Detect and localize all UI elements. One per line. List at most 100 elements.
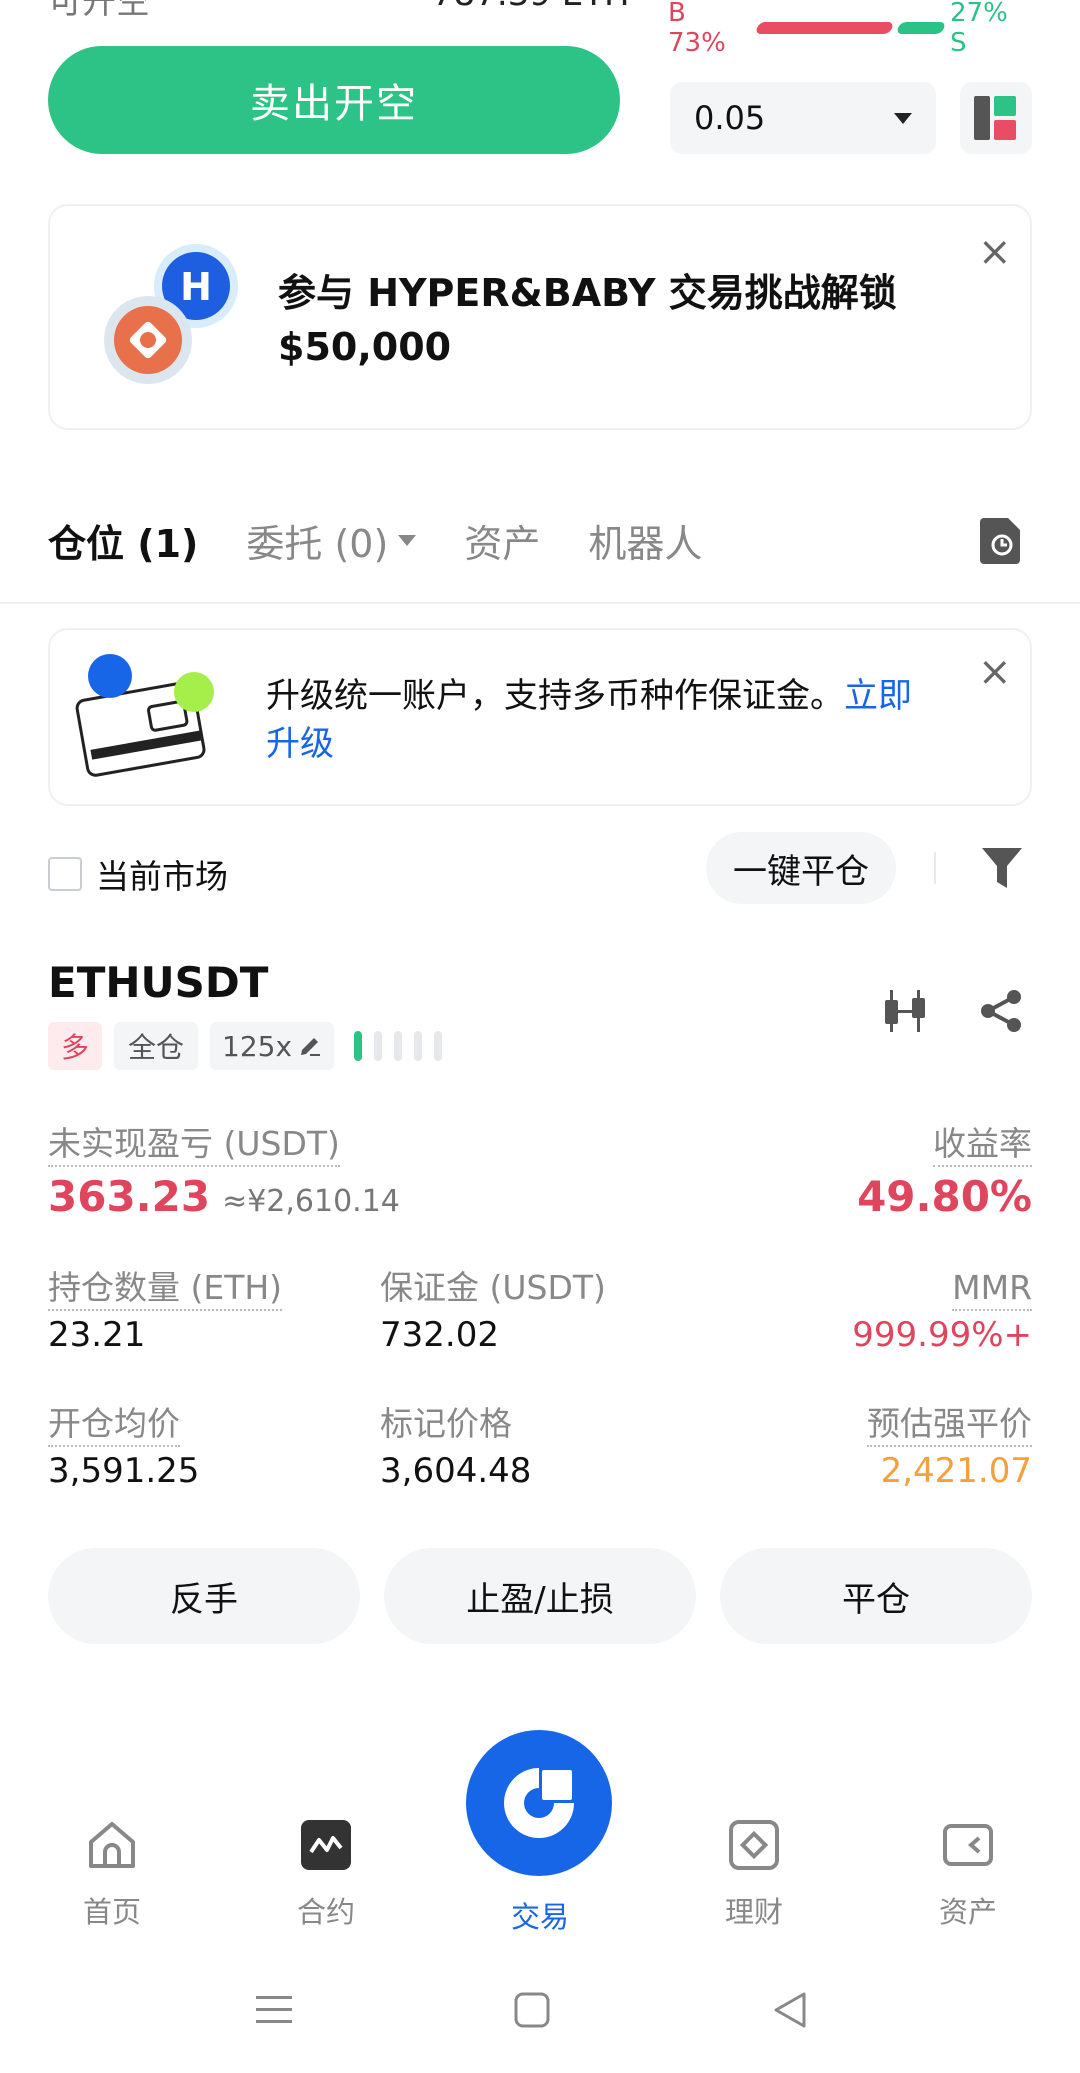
margin-block: 保证金 (USDT) 732.02 [380, 1268, 606, 1356]
liq-price-value: 2,421.07 [880, 1451, 1032, 1491]
mmr-label[interactable]: MMR [952, 1268, 1032, 1311]
adl-bar [374, 1031, 383, 1061]
available-value: 787.39 ETH [432, 0, 630, 14]
quantity-value: 0.05 [694, 99, 766, 137]
home-icon [89, 1822, 135, 1868]
adl-indicator [354, 1031, 454, 1061]
unrealized-pnl-cny: ≈¥2,610.14 [222, 1184, 400, 1219]
buy-ratio-bar [755, 22, 895, 34]
position-pair[interactable]: ETHUSDT [48, 958, 268, 1007]
tab-assets-label: 资产 [464, 521, 541, 566]
unrealized-pnl-label[interactable]: 未实现盈亏 (USDT) [48, 1124, 340, 1167]
sell-ratio: 27% S [950, 0, 1008, 58]
current-market-filter[interactable]: 当前市场 [48, 850, 228, 898]
close-position-button[interactable]: 平仓 [720, 1548, 1032, 1644]
svg-text:H: H [180, 265, 212, 309]
tab-orders[interactable]: 委托 (0) [246, 513, 417, 568]
filter-icon[interactable] [980, 844, 1024, 892]
current-market-label: 当前市场 [96, 857, 228, 896]
long-short-ratio: B 73% 27% S [668, 0, 1032, 58]
leverage-value: 125x [222, 1029, 293, 1063]
nav-contract[interactable]: 合约 [246, 1818, 406, 1931]
available-label: 可开空 [48, 0, 150, 22]
entry-price-block: 开仓均价 3,591.25 [48, 1404, 199, 1492]
wallet-icon [943, 1824, 993, 1866]
nav-home[interactable]: 首页 [32, 1818, 192, 1931]
unrealized-pnl-block: 未实现盈亏 (USDT) 363.23 ≈¥2,610.14 [48, 1124, 400, 1221]
position-size-block: 持仓数量 (ETH) 23.21 [48, 1268, 283, 1356]
nav-assets-label: 资产 [938, 1895, 997, 1929]
close-all-button[interactable]: 一键平仓 [706, 832, 896, 904]
leverage-tag[interactable]: 125x [210, 1022, 335, 1070]
upgrade-message: 升级统一账户，支持多币种作保证金。 [266, 676, 844, 716]
close-icon[interactable]: × [978, 232, 1012, 272]
sell-short-button[interactable]: 卖出开空 [48, 46, 620, 154]
share-icon[interactable] [978, 988, 1024, 1034]
position-size-label[interactable]: 持仓数量 (ETH) [48, 1268, 283, 1311]
margin-mode-tag: 全仓 [114, 1022, 198, 1070]
chevron-down-icon [398, 534, 417, 546]
current-market-checkbox[interactable] [48, 857, 82, 891]
nav-contract-label: 合约 [296, 1895, 355, 1929]
back-triangle-icon[interactable] [770, 1990, 810, 2030]
tab-positions[interactable]: 仓位 (1) [48, 513, 198, 568]
tab-bots-label: 机器人 [588, 521, 703, 566]
edit-icon [301, 1038, 321, 1056]
liq-price-block: 预估强平价 2,421.07 [760, 1404, 1032, 1492]
reverse-button[interactable]: 反手 [48, 1548, 360, 1644]
divider [0, 602, 1080, 604]
mmr-block: MMR 999.99%+ [760, 1268, 1032, 1356]
margin-value: 732.02 [380, 1315, 499, 1355]
position-tabs: 仓位 (1) 委托 (0) 资产 机器人 [48, 508, 750, 572]
sell-ratio-bar [896, 22, 947, 34]
upgrade-now-link[interactable]: 立即 [844, 676, 912, 716]
roe-label[interactable]: 收益率 [933, 1124, 1032, 1167]
roe-value: 49.80% [857, 1172, 1032, 1221]
upgrade-text: 升级统一账户，支持多币种作保证金。立即 升级 [266, 672, 966, 768]
roe-block: 收益率 49.80% [760, 1124, 1032, 1221]
finance-icon [729, 1820, 779, 1870]
promo-text: 参与 HYPER&BABY 交易挑战解锁 $50,000 [278, 266, 938, 374]
chevron-down-icon [894, 112, 912, 124]
mmr-value: 999.99%+ [852, 1315, 1032, 1355]
adl-bar [434, 1031, 443, 1061]
margin-label: 保证金 (USDT) [380, 1268, 606, 1307]
liq-price-label[interactable]: 预估强平价 [867, 1404, 1032, 1447]
tab-bots[interactable]: 机器人 [588, 513, 702, 568]
tab-assets[interactable]: 资产 [464, 513, 540, 568]
tab-positions-label: 仓位 (1) [48, 521, 199, 566]
home-square-icon[interactable] [512, 1990, 552, 2030]
upgrade-account-banner[interactable]: 升级统一账户，支持多币种作保证金。立即 升级 × [48, 628, 1032, 806]
menu-icon[interactable] [254, 1990, 294, 2030]
side-tag: 多 [48, 1022, 102, 1070]
candlestick-chart-icon[interactable] [884, 988, 930, 1034]
history-document-icon[interactable] [978, 514, 1026, 566]
divider [934, 852, 936, 884]
upgrade-now-link-2[interactable]: 升级 [266, 724, 334, 764]
entry-price-label[interactable]: 开仓均价 [48, 1404, 180, 1447]
nav-trade-button[interactable] [466, 1730, 612, 1876]
nav-assets[interactable]: 资产 [888, 1818, 1048, 1931]
promo-text-line2: $50,000 [278, 325, 452, 369]
tp-sl-button[interactable]: 止盈/止损 [384, 1548, 696, 1644]
buy-ratio: B 73% [668, 0, 726, 58]
unrealized-pnl-value: 363.23 [48, 1172, 211, 1221]
adl-bar [354, 1031, 363, 1061]
tab-orders-label: 委托 (0) [246, 521, 389, 566]
promo-text-line1: 参与 HYPER&BABY 交易挑战解锁 [278, 271, 897, 315]
adl-bar [414, 1031, 423, 1061]
position-tags: 多 全仓 125x [48, 1022, 454, 1070]
position-size-value: 23.21 [48, 1315, 146, 1355]
orderbook-layout-button[interactable] [960, 82, 1032, 154]
mark-price-block: 标记价格 3,604.48 [380, 1404, 531, 1492]
quantity-select[interactable]: 0.05 [670, 82, 936, 154]
trade-logo-icon [504, 1768, 574, 1838]
close-icon[interactable]: × [978, 652, 1012, 692]
promo-banner[interactable]: H 参与 HYPER&BABY 交易挑战解锁 $50,000 × [48, 204, 1032, 430]
nav-trade-label[interactable]: 交易 [460, 1894, 620, 1936]
adl-bar [394, 1031, 403, 1061]
nav-finance[interactable]: 理财 [674, 1818, 834, 1931]
mark-price-value: 3,604.48 [380, 1451, 532, 1491]
nav-home-label: 首页 [82, 1895, 141, 1929]
hyper-baby-token-icon: H [104, 244, 238, 384]
